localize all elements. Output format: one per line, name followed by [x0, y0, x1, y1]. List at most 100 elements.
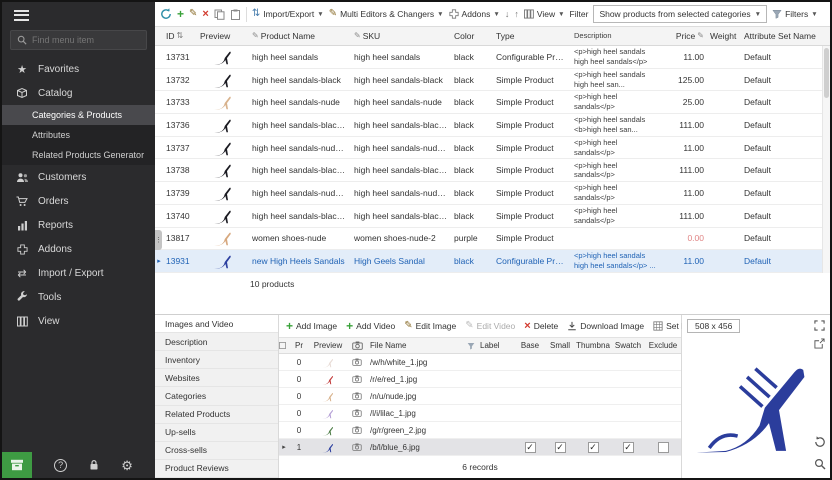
sidebar-item-related-products-generator[interactable]: Related Products Generator: [2, 145, 155, 165]
edit-product-button[interactable]: ✎: [189, 9, 197, 19]
sidebar-item-orders[interactable]: Orders: [2, 189, 155, 213]
tab-categories[interactable]: Categories: [155, 387, 278, 405]
rotate-icon[interactable]: [814, 436, 826, 448]
tab-cross-sells[interactable]: Cross-sells: [155, 442, 278, 460]
fullscreen-icon[interactable]: [814, 320, 825, 331]
add-image-button[interactable]: + Add Image: [286, 320, 337, 332]
import-export-button[interactable]: ⇅ Import/Export ▼: [252, 9, 324, 19]
category-filter-select[interactable]: Show products from selected categories ▼: [593, 5, 767, 23]
product-row[interactable]: 13817 women shoes-nude women shoes-nude-…: [155, 228, 830, 251]
col-product-name[interactable]: ✎ Product Name: [249, 31, 351, 41]
base-checkbox[interactable]: [525, 442, 536, 453]
sidebar-item-tools[interactable]: Tools: [2, 285, 155, 309]
col-thumbnail[interactable]: Thumbna: [575, 341, 611, 350]
paste-icon[interactable]: [230, 9, 241, 20]
addons-button[interactable]: Addons ▼: [449, 9, 500, 19]
col-base[interactable]: Base: [515, 341, 545, 350]
tab-description[interactable]: Description: [155, 333, 278, 351]
sidebar-item-addons[interactable]: Addons: [2, 237, 155, 261]
refresh-button[interactable]: [160, 8, 172, 20]
thumbnail-checkbox[interactable]: [588, 442, 599, 453]
menu-toggle-button[interactable]: [2, 2, 155, 28]
gear-icon[interactable]: [121, 459, 133, 472]
sidebar-item-reports[interactable]: Reports: [2, 213, 155, 237]
wrench-icon: [15, 291, 29, 303]
open-external-icon[interactable]: [814, 338, 825, 349]
add-video-button[interactable]: + Add Video: [346, 320, 395, 332]
sidebar-item-import-export[interactable]: ⇄ Import / Export: [2, 261, 155, 285]
sidebar-item-categories-products[interactable]: Categories & Products: [2, 105, 155, 125]
product-row[interactable]: 13738 high heel sandals-black-37 high he…: [155, 159, 830, 182]
zoom-icon[interactable]: [814, 458, 826, 470]
product-row[interactable]: 13736 high heel sandals-black-36 high he…: [155, 114, 830, 137]
col-sku[interactable]: ✎ SKU: [351, 31, 451, 41]
view-button[interactable]: View ▼: [524, 9, 565, 19]
sort-asc-icon[interactable]: ↓: [505, 10, 510, 19]
exclude-checkbox[interactable]: [658, 442, 669, 453]
col-priority[interactable]: Pr: [289, 341, 309, 350]
edit-video-button[interactable]: ✎ Edit Video: [465, 321, 515, 331]
col-swatch[interactable]: Swatch: [611, 341, 645, 350]
swatch-checkbox[interactable]: [623, 442, 634, 453]
product-row[interactable]: 13739 high heel sandals-nude-37 high hee…: [155, 182, 830, 205]
col-preview[interactable]: Preview: [197, 31, 249, 41]
delete-product-button[interactable]: ×: [202, 9, 208, 20]
image-row[interactable]: 0 /w/h/white_1.jpg: [279, 354, 681, 371]
product-row[interactable]: 13733 high heel sandals-nude high heel s…: [155, 91, 830, 114]
product-row[interactable]: 13740 high heel sandals-black-38 high he…: [155, 205, 830, 228]
product-row[interactable]: 13732 high heel sandals-black high heel …: [155, 69, 830, 92]
sidebar-item-favorites[interactable]: ★ Favorites: [2, 57, 155, 81]
filters-button[interactable]: Filters ▼: [772, 9, 818, 19]
store-button[interactable]: [2, 452, 32, 478]
copy-icon[interactable]: [214, 9, 225, 20]
col-description[interactable]: Description: [571, 31, 663, 41]
col-exclude[interactable]: Exclude: [645, 341, 681, 350]
col-weight[interactable]: Weight: [707, 31, 741, 41]
vertical-scrollbar[interactable]: [822, 46, 830, 273]
lock-icon[interactable]: [89, 459, 99, 471]
sidebar-item-label: Catalog: [38, 88, 72, 99]
tab-websites[interactable]: Websites: [155, 369, 278, 387]
sort-desc-icon[interactable]: ↑: [514, 10, 519, 19]
sidebar-item-view[interactable]: View: [2, 309, 155, 333]
col-id[interactable]: ID ⇅: [163, 31, 197, 41]
columns-icon: [524, 9, 534, 19]
small-checkbox[interactable]: [555, 442, 566, 453]
scrollbar-thumb[interactable]: [824, 48, 829, 98]
product-row[interactable]: ▸ 13931 new High Heels Sandals High Geel…: [155, 250, 830, 273]
col-image-preview[interactable]: Preview: [309, 341, 347, 350]
tab-related-products[interactable]: Related Products: [155, 406, 278, 424]
help-icon[interactable]: [54, 459, 67, 472]
col-file-name[interactable]: File Name: [367, 341, 465, 350]
col-attribute-set[interactable]: Attribute Set Name: [741, 31, 830, 41]
image-row[interactable]: 0 /l/i/lilac_1.jpg: [279, 405, 681, 422]
sidebar-item-attributes[interactable]: Attributes: [2, 125, 155, 145]
edit-image-button[interactable]: ✎ Edit Image: [404, 321, 456, 331]
tab-up-sells[interactable]: Up-sells: [155, 424, 278, 442]
tab-product-reviews[interactable]: Product Reviews: [155, 460, 278, 478]
sidebar-item-customers[interactable]: Customers: [2, 165, 155, 189]
multi-editors-button[interactable]: ✎ Multi Editors & Changers ▼: [329, 9, 444, 19]
col-small[interactable]: Small: [545, 341, 575, 350]
cell-type: Simple Product: [493, 143, 571, 153]
sidebar-item-catalog[interactable]: Catalog: [2, 81, 155, 105]
product-row[interactable]: 13737 high heel sandals-nude-36 high hee…: [155, 137, 830, 160]
panel-resize-handle[interactable]: ⋮: [155, 230, 162, 250]
col-type[interactable]: Type: [493, 31, 571, 41]
delete-image-button[interactable]: × Delete: [524, 321, 558, 332]
tab-images-and-video[interactable]: Images and Video: [155, 315, 278, 333]
funnel-icon[interactable]: [465, 342, 477, 350]
sidebar-search-input[interactable]: [32, 35, 140, 45]
col-price[interactable]: Price ✎: [663, 31, 707, 41]
download-image-button[interactable]: Download Image: [567, 321, 644, 331]
sidebar-search[interactable]: [10, 30, 147, 50]
image-row[interactable]: 0 /n/u/nude.jpg: [279, 388, 681, 405]
add-product-button[interactable]: +: [177, 8, 184, 20]
product-row[interactable]: 13731 high heel sandals high heel sandal…: [155, 46, 830, 69]
tab-inventory[interactable]: Inventory: [155, 351, 278, 369]
col-color[interactable]: Color: [451, 31, 493, 41]
image-row[interactable]: 0 /g/r/green_2.jpg: [279, 422, 681, 439]
image-row[interactable]: 0 /r/e/red_1.jpg: [279, 371, 681, 388]
image-row[interactable]: ▸ 1 /b/l/blue_6.jpg: [279, 439, 681, 456]
col-label[interactable]: Label: [477, 341, 515, 350]
